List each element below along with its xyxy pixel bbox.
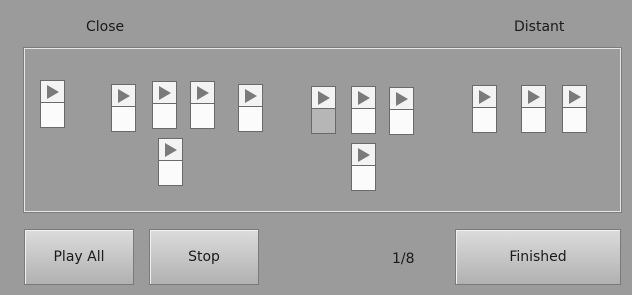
play-icon[interactable] — [352, 144, 375, 166]
sound-clip-12[interactable] — [521, 85, 546, 133]
clip-slot — [41, 103, 64, 127]
clip-slot — [352, 109, 375, 133]
close-label: Close — [86, 19, 125, 35]
play-icon[interactable] — [390, 88, 413, 110]
play-icon[interactable] — [352, 87, 375, 109]
progress-counter: 1/8 — [392, 251, 415, 267]
sound-clip-3[interactable] — [152, 81, 177, 129]
clip-slot — [159, 161, 182, 185]
clip-slot — [390, 110, 413, 134]
play-icon[interactable] — [159, 139, 182, 161]
sound-clip-6[interactable] — [158, 138, 183, 186]
play-icon[interactable] — [473, 86, 496, 108]
clip-slot — [473, 108, 496, 132]
sound-clip-7[interactable] — [311, 86, 336, 134]
stop-button[interactable]: Stop — [149, 229, 259, 285]
clip-slot — [112, 107, 135, 131]
clip-slot-selected — [312, 109, 335, 133]
clip-slot — [239, 107, 262, 131]
play-icon[interactable] — [239, 85, 262, 107]
sound-clip-5[interactable] — [238, 84, 263, 132]
finished-button[interactable]: Finished — [455, 229, 621, 285]
sound-clip-10[interactable] — [351, 143, 376, 191]
play-icon[interactable] — [312, 87, 335, 109]
clip-slot — [352, 166, 375, 190]
play-icon[interactable] — [41, 81, 64, 103]
play-icon[interactable] — [153, 82, 176, 104]
play-icon[interactable] — [563, 86, 586, 108]
sound-clip-4[interactable] — [190, 81, 215, 129]
play-icon[interactable] — [522, 86, 545, 108]
clip-slot — [153, 104, 176, 128]
sound-clip-1[interactable] — [40, 80, 65, 128]
distant-label: Distant — [514, 19, 565, 35]
sound-clip-2[interactable] — [111, 84, 136, 132]
sound-clip-13[interactable] — [562, 85, 587, 133]
play-all-button[interactable]: Play All — [24, 229, 134, 285]
sound-clip-9[interactable] — [389, 87, 414, 135]
clip-slot — [191, 104, 214, 128]
clip-slot — [522, 108, 545, 132]
clip-slot — [563, 108, 586, 132]
sound-clip-8[interactable] — [351, 86, 376, 134]
sound-clip-11[interactable] — [472, 85, 497, 133]
play-icon[interactable] — [191, 82, 214, 104]
sound-clip-panel — [23, 47, 622, 213]
play-icon[interactable] — [112, 85, 135, 107]
